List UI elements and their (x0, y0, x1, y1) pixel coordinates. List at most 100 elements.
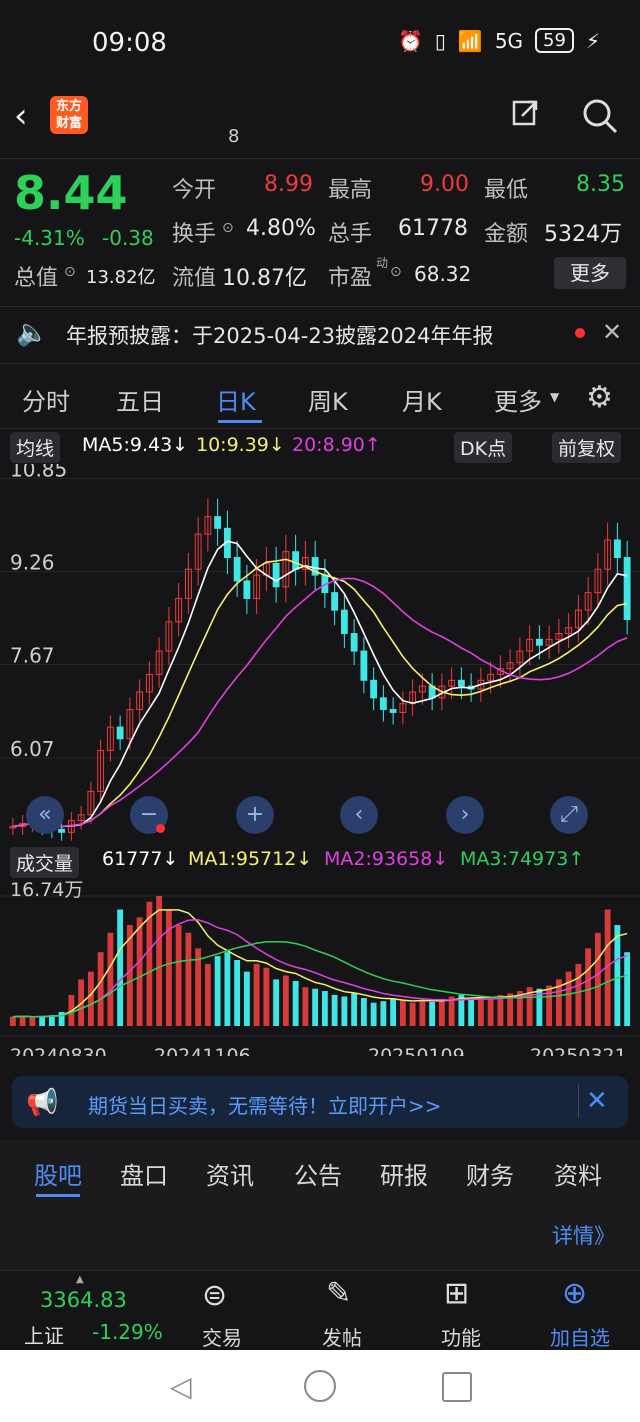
info-icon[interactable]: ⊙ (222, 220, 234, 236)
volume-toggle[interactable]: 成交量 (10, 847, 80, 878)
candle (292, 551, 300, 570)
vol-ma3-line (12, 941, 628, 1018)
volume-bar (234, 959, 241, 1026)
fullscreen-icon[interactable]: ⤢ (550, 796, 588, 834)
volume-bar (136, 917, 143, 1026)
home-icon[interactable] (304, 1370, 336, 1402)
low-label: 最低 (484, 178, 529, 203)
info-icon[interactable]: ⊙ (390, 264, 402, 280)
grid-icon[interactable]: ⊞ (444, 1276, 469, 1311)
candle (389, 709, 397, 713)
volume-bar (585, 948, 592, 1026)
volume-bar (273, 979, 280, 1026)
amount-value: 5324万 (544, 222, 622, 247)
volume-bar (243, 971, 250, 1026)
tab-5day[interactable]: 五日 (116, 382, 164, 417)
dock-post[interactable]: 发帖 (302, 1322, 382, 1351)
open-label: 今开 (172, 178, 217, 203)
unread-dot (575, 328, 585, 338)
search-icon[interactable] (580, 96, 620, 136)
caret-up-icon: ▲ (76, 1274, 84, 1285)
volume-bar (39, 1016, 46, 1026)
wifi-icon: 📶 (457, 28, 483, 53)
volume-bar (497, 994, 504, 1026)
volume-bar (487, 997, 494, 1026)
kline-chart[interactable]: 10.85 9.26 7.67 6.07 (0, 464, 640, 844)
volume-bar (594, 932, 601, 1026)
scroll-left-icon[interactable]: ‹ (340, 796, 378, 834)
edit-icon[interactable]: ✎ (326, 1276, 351, 1311)
tab-forum[interactable]: 股吧 (34, 1156, 82, 1191)
back-icon[interactable]: ‹ (14, 96, 28, 136)
tab-daily-k[interactable]: 日K (216, 382, 256, 417)
volume-bar (107, 932, 114, 1026)
close-icon[interactable]: ✕ (602, 318, 622, 346)
trade-icon[interactable]: ⊜ (202, 1278, 227, 1313)
mcap-label: 总值 (14, 266, 59, 291)
battery-level: 59 (535, 28, 574, 53)
low-value: 8.35 (576, 172, 625, 197)
tab-monthly-k[interactable]: 月K (402, 382, 442, 417)
tab-research[interactable]: 研报 (380, 1156, 428, 1191)
gear-icon[interactable]: ⚙ (586, 380, 613, 415)
signal-label: 5G (494, 28, 524, 53)
volume-bar (175, 925, 182, 1026)
volume-ma2: MA2:93658↓ (324, 848, 449, 870)
adjust-mode-button[interactable]: 前复权 (552, 432, 622, 463)
volume-bar (341, 996, 348, 1026)
recents-icon[interactable] (442, 1372, 472, 1402)
content-area (0, 1204, 640, 1270)
x-tick-label: 20241106 (154, 1045, 251, 1056)
chevron-down-icon: ▼ (550, 390, 560, 404)
volume-bar (409, 1002, 416, 1026)
high-value: 9.00 (420, 172, 469, 197)
tab-financials[interactable]: 财务 (466, 1156, 514, 1191)
tab-news[interactable]: 资讯 (206, 1156, 254, 1191)
tab-underline (36, 1194, 80, 1197)
dock-functions[interactable]: 功能 (421, 1322, 501, 1351)
detail-link[interactable]: 详情》 (552, 1220, 615, 1250)
ma10-line (12, 558, 628, 828)
alarm-icon: ⏰ (397, 28, 423, 53)
add-circle-icon[interactable]: ⊕ (562, 1276, 587, 1311)
scroll-left-fast-icon[interactable]: « (26, 796, 64, 834)
zoom-in-icon[interactable]: + (236, 796, 274, 834)
app-logo: 东方财富 (50, 96, 88, 134)
candle (331, 592, 339, 611)
pe-label: 市盈 (328, 266, 373, 291)
ma-toggle[interactable]: 均线 (10, 432, 61, 463)
ma10-value: 10:9.39↓ (196, 434, 285, 456)
candle (370, 679, 378, 699)
dock-add-watchlist[interactable]: 加自选 (540, 1322, 620, 1351)
candle (116, 726, 124, 740)
tab-more[interactable]: 更多 (494, 382, 542, 417)
pe-dynamic-mark: 动 (376, 256, 389, 270)
volume-bar (185, 932, 192, 1026)
tab-intraday[interactable]: 分时 (22, 382, 70, 417)
tab-announcements[interactable]: 公告 (294, 1156, 342, 1191)
volume-bar (351, 993, 358, 1026)
volume-bar (477, 999, 484, 1026)
tab-orderbook[interactable]: 盘口 (120, 1156, 168, 1191)
share-icon[interactable] (506, 96, 542, 132)
volume-bar (282, 975, 289, 1026)
dock-trade[interactable]: 交易 (182, 1322, 262, 1351)
volume-bar (292, 980, 299, 1026)
dk-point-button[interactable]: DK点 (454, 432, 513, 463)
back-nav-icon[interactable]: ◁ (170, 1370, 192, 1403)
candle (379, 697, 387, 711)
close-icon[interactable]: ✕ (586, 1086, 608, 1116)
volume-chart[interactable]: 16.74万 20240830 20241106 20250109 20250321 (0, 876, 640, 1056)
turnover-value: 4.80% (246, 216, 316, 241)
tab-weekly-k[interactable]: 周K (308, 382, 348, 417)
megaphone-icon: 📢 (26, 1088, 59, 1118)
volume-bar (19, 1015, 26, 1026)
more-button[interactable]: 更多 (554, 257, 626, 289)
notice-text: 年报预披露：于2025-04-23披露2024年年报 (66, 324, 494, 348)
volume-bar (429, 1001, 436, 1026)
volume-bar (29, 1017, 36, 1026)
scroll-right-icon[interactable]: › (446, 796, 484, 834)
tab-profile[interactable]: 资料 (554, 1156, 602, 1191)
volume-bar (370, 1002, 377, 1026)
info-icon[interactable]: ⊙ (64, 264, 76, 280)
